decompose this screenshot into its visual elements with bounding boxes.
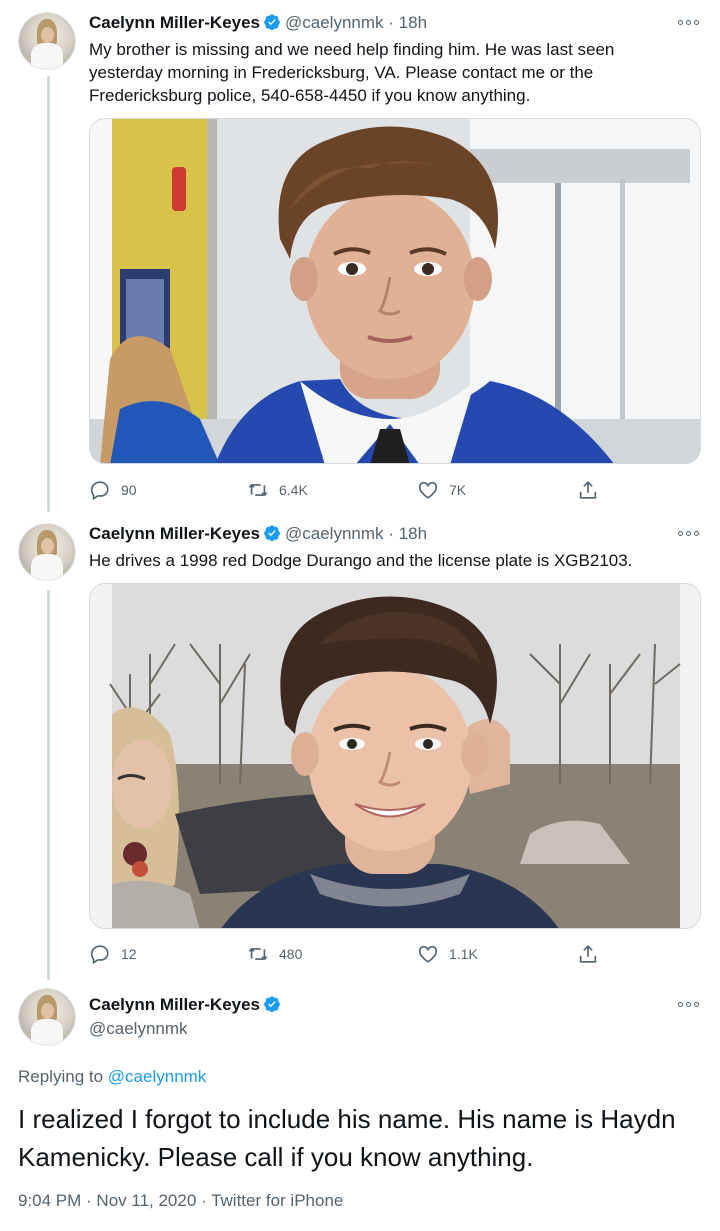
- photo-young-man-outdoors-icon: [90, 584, 700, 928]
- author-handle[interactable]: @caelynnmk: [285, 524, 384, 543]
- main-tweet-text: I realized I forgot to include his name.…: [18, 1104, 676, 1172]
- thread-line: [47, 76, 50, 512]
- share-button[interactable]: [577, 942, 609, 966]
- avatar[interactable]: [18, 12, 76, 70]
- avatar[interactable]: [18, 523, 76, 581]
- tweet-actions: 12 480 1.1K: [89, 942, 609, 966]
- more-options-icon[interactable]: [678, 1000, 700, 1010]
- photo-young-man-indoors-icon: [90, 119, 700, 463]
- more-options-icon[interactable]: [678, 529, 700, 539]
- verified-badge-icon: [264, 996, 280, 1013]
- replying-to-link[interactable]: @caelynnmk: [108, 1067, 207, 1086]
- reply-icon: [90, 945, 109, 965]
- retweet-button[interactable]: 6.4K: [247, 478, 308, 502]
- retweet-button[interactable]: 480: [247, 942, 302, 966]
- retweet-count: 480: [279, 946, 303, 962]
- author-name[interactable]: Caelynn Miller-Keyes: [89, 995, 260, 1014]
- verified-badge-icon: [264, 14, 280, 31]
- author-name[interactable]: Caelynn Miller-Keyes: [89, 524, 260, 543]
- reply-icon: [90, 481, 109, 501]
- retweet-icon: [248, 947, 268, 961]
- replying-prefix: Replying to: [18, 1067, 104, 1086]
- replying-to: Replying to @caelynnmk: [18, 1067, 206, 1087]
- share-button[interactable]: [577, 478, 609, 502]
- like-count: 7K: [449, 482, 467, 498]
- author-handle[interactable]: @caelynnmk: [89, 1018, 188, 1040]
- thread-line: [47, 590, 50, 980]
- tweet-time[interactable]: 18h: [399, 13, 427, 32]
- tweet-timestamp[interactable]: 9:04 PM · Nov 11, 2020 · Twitter for iPh…: [18, 1191, 343, 1211]
- tweet-text: He drives a 1998 red Dodge Durango and t…: [89, 551, 633, 570]
- tweet-photo[interactable]: [89, 118, 701, 464]
- heart-icon: [418, 481, 438, 499]
- like-button[interactable]: 1.1K: [417, 942, 478, 966]
- share-icon: [579, 945, 597, 963]
- like-count: 1.1K: [449, 946, 478, 962]
- reply-button[interactable]: 90: [89, 478, 137, 502]
- verified-badge-icon: [264, 525, 280, 542]
- avatar[interactable]: [18, 988, 76, 1046]
- tweet-text: My brother is missing and we need help f…: [89, 40, 615, 105]
- tweet-actions: 90 6.4K 7K: [89, 478, 609, 502]
- like-button[interactable]: 7K: [417, 478, 466, 502]
- separator-dot: ·: [388, 524, 394, 543]
- tweet-header: Caelynn Miller-Keyes @caelynnmk · 18h: [89, 523, 427, 545]
- tweet-photo[interactable]: [89, 583, 701, 929]
- reply-count: 12: [121, 946, 137, 962]
- author-name[interactable]: Caelynn Miller-Keyes: [89, 13, 260, 32]
- share-icon: [579, 481, 597, 499]
- author-name-row: Caelynn Miller-Keyes: [89, 994, 285, 1016]
- reply-count: 90: [121, 482, 137, 498]
- more-options-icon[interactable]: [678, 18, 700, 28]
- heart-icon: [418, 945, 438, 963]
- retweet-icon: [248, 483, 268, 497]
- reply-button[interactable]: 12: [89, 942, 137, 966]
- retweet-count: 6.4K: [279, 482, 308, 498]
- author-handle[interactable]: @caelynnmk: [285, 13, 384, 32]
- separator-dot: ·: [388, 13, 394, 32]
- tweet-header: Caelynn Miller-Keyes @caelynnmk · 18h: [89, 12, 427, 34]
- tweet-time[interactable]: 18h: [399, 524, 427, 543]
